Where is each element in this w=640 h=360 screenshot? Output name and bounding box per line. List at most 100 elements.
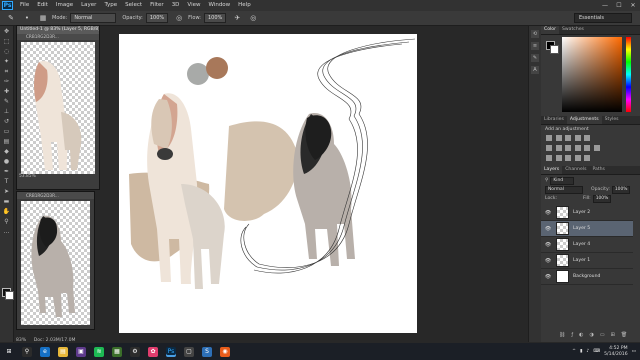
menu-select[interactable]: Select xyxy=(121,0,146,11)
eye-icon[interactable]: 👁 xyxy=(544,257,552,265)
minecraft-icon[interactable]: ▦ xyxy=(112,346,122,357)
floating-document-window-1[interactable]: Untitled-1 @ 83% (Layer 5, RGB/8) × CRB1… xyxy=(16,25,100,190)
close-button[interactable]: ✕ xyxy=(626,2,640,9)
document-canvas-2[interactable] xyxy=(21,201,90,325)
flow-field[interactable]: 100% xyxy=(204,13,227,23)
menu-3d[interactable]: 3D xyxy=(168,0,184,11)
eye-icon[interactable]: 👁 xyxy=(544,273,552,281)
pressure-size-icon[interactable]: ◎ xyxy=(248,14,258,23)
tab-color[interactable]: Color xyxy=(541,26,559,34)
layer-row-layer-2[interactable]: 👁 Layer 2 xyxy=(541,205,633,221)
tab-paths[interactable]: Paths xyxy=(589,166,608,174)
levels-icon[interactable] xyxy=(555,135,562,141)
exposure-icon[interactable] xyxy=(574,135,581,141)
document-canvas-1[interactable] xyxy=(21,42,95,174)
menu-type[interactable]: Type xyxy=(100,0,121,11)
path-select-tool-icon[interactable]: ➤ xyxy=(2,187,11,196)
menu-view[interactable]: View xyxy=(183,0,204,11)
layer-name[interactable]: Layer 1 xyxy=(573,258,590,263)
invert-icon[interactable] xyxy=(546,155,552,161)
app-icon-gray[interactable]: ▢ xyxy=(184,346,194,357)
crop-tool-icon[interactable]: ⌗ xyxy=(2,67,11,76)
main-canvas[interactable] xyxy=(119,34,417,333)
tab-adjustments[interactable]: Adjustments xyxy=(566,116,602,124)
brush-panel-icon[interactable]: ▦ xyxy=(38,14,48,23)
layer-name[interactable]: Background xyxy=(573,274,600,279)
edge-browser-icon[interactable]: e xyxy=(40,346,50,357)
new-layer-icon[interactable]: ⊞ xyxy=(611,332,615,338)
document-title[interactable]: Untitled-1 @ 83% (Layer 5, RGB/8) × xyxy=(17,26,99,34)
document-tab-2[interactable]: CRB1RG2D3R... xyxy=(17,192,94,199)
layer-row-layer-5[interactable]: 👁 Layer 5 xyxy=(541,221,633,237)
hue-saturation-icon[interactable] xyxy=(546,145,552,151)
color-picker-field[interactable] xyxy=(562,37,622,112)
color-lookup-icon[interactable] xyxy=(593,145,600,151)
move-tool-icon[interactable]: ✥ xyxy=(2,27,11,36)
eyedropper-tool-icon[interactable]: ✑ xyxy=(2,77,11,86)
threshold-icon[interactable] xyxy=(565,155,572,161)
store-icon[interactable]: ▣ xyxy=(76,346,86,357)
healing-brush-tool-icon[interactable]: ✚ xyxy=(2,87,11,96)
menu-file[interactable]: File xyxy=(16,0,33,11)
mask-icon[interactable]: ◐ xyxy=(579,332,583,338)
layer-name[interactable]: Layer 5 xyxy=(573,226,590,231)
quick-select-tool-icon[interactable]: ✦ xyxy=(2,57,11,66)
keyboard-icon[interactable]: ⌨ xyxy=(593,349,600,354)
menu-edit[interactable]: Edit xyxy=(33,0,52,11)
menu-window[interactable]: Window xyxy=(204,0,234,11)
opacity-field[interactable]: 100% xyxy=(145,13,169,23)
history-panel-icon[interactable]: ⟲ xyxy=(531,30,539,38)
layer-row-background[interactable]: 👁 Background xyxy=(541,269,633,285)
layer-row-layer-1[interactable]: 👁 Layer 1 xyxy=(541,253,633,269)
brush-tool-icon[interactable]: ✎ xyxy=(6,14,16,23)
brush-tool-icon[interactable]: ✎ xyxy=(2,97,11,106)
document-tab[interactable]: CRB1RG2D3R... xyxy=(17,34,99,40)
color-panel-background-swatch[interactable] xyxy=(550,45,559,54)
link-icon[interactable]: ⛓ xyxy=(559,332,565,338)
hand-tool-icon[interactable]: ✋ xyxy=(2,207,11,216)
workspace-select[interactable]: Essentials xyxy=(574,13,632,23)
brightness-icon[interactable] xyxy=(546,135,552,141)
dodge-tool-icon[interactable]: ● xyxy=(2,157,11,166)
blend-mode-select[interactable]: Normal xyxy=(545,185,583,194)
steam-icon[interactable]: ⚙ xyxy=(130,346,140,357)
color-balance-icon[interactable] xyxy=(555,145,562,151)
menu-help[interactable]: Help xyxy=(234,0,255,11)
tab-swatches[interactable]: Swatches xyxy=(559,26,587,34)
brush-presets-icon[interactable]: ✎ xyxy=(531,54,539,62)
maximize-button[interactable]: ☐ xyxy=(612,2,626,9)
adjustment-layer-icon[interactable]: ◑ xyxy=(590,332,594,338)
layer-row-layer-4[interactable]: 👁 Layer 4 xyxy=(541,237,633,253)
folder-icon[interactable]: ▭ xyxy=(600,332,605,338)
file-explorer-icon[interactable]: ▤ xyxy=(58,346,68,357)
character-panel-icon[interactable]: A xyxy=(531,66,539,74)
type-tool-icon[interactable]: T xyxy=(2,177,11,186)
chevron-up-icon[interactable]: ^ xyxy=(572,349,576,354)
black-white-icon[interactable] xyxy=(565,145,572,151)
tab-channels[interactable]: Channels xyxy=(562,166,589,174)
eye-icon[interactable]: 👁 xyxy=(544,241,552,249)
eraser-tool-icon[interactable]: ▭ xyxy=(2,127,11,136)
fx-icon[interactable]: ƒ xyxy=(571,332,573,338)
layer-name[interactable]: Layer 2 xyxy=(573,210,590,215)
hue-slider[interactable] xyxy=(626,37,631,112)
firefox-icon[interactable]: ◉ xyxy=(220,346,230,357)
tab-layers[interactable]: Layers xyxy=(541,166,563,174)
photo-filter-icon[interactable] xyxy=(574,145,581,151)
gradient-map-icon[interactable] xyxy=(574,155,581,161)
spotify-icon[interactable]: ≋ xyxy=(94,346,104,357)
gradient-tool-icon[interactable]: ▤ xyxy=(2,137,11,146)
vibrance-icon[interactable] xyxy=(584,135,591,141)
windows-start-icon[interactable]: ⊞ xyxy=(4,347,14,357)
layer-name[interactable]: Layer 4 xyxy=(573,242,590,247)
marquee-tool-icon[interactable]: ⬚ xyxy=(2,37,11,46)
tab-styles[interactable]: Styles xyxy=(602,116,622,124)
volume-icon[interactable]: ♪ xyxy=(587,349,590,354)
trash-icon[interactable]: 🗑 xyxy=(621,332,627,338)
fill-field[interactable]: 100% xyxy=(592,194,612,203)
more-tools-icon[interactable]: … xyxy=(2,227,11,236)
brush-size-icon[interactable]: • xyxy=(22,14,32,23)
mode-select[interactable]: Normal xyxy=(70,13,117,23)
layer-kind-filter[interactable]: Kind xyxy=(550,176,575,185)
floating-document-window-2[interactable]: CRB1RG2D3R... xyxy=(16,191,95,330)
